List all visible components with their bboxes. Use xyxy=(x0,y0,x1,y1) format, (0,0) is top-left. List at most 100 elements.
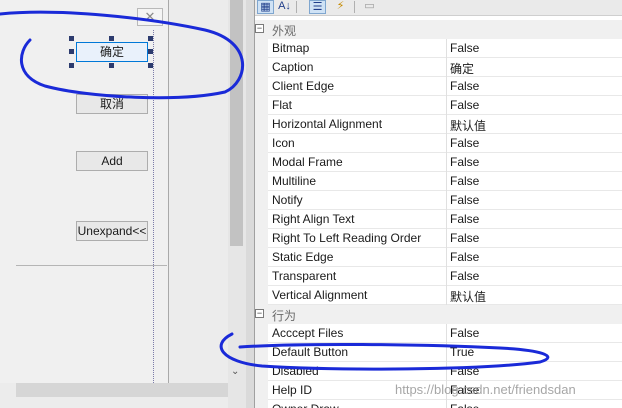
property-row[interactable]: Acccept Files False xyxy=(255,324,622,343)
column-divider[interactable] xyxy=(446,343,447,362)
property-value[interactable]: False xyxy=(450,79,479,93)
column-divider[interactable] xyxy=(446,96,447,115)
row-margin xyxy=(255,77,268,96)
column-divider[interactable] xyxy=(446,210,447,229)
column-divider[interactable] xyxy=(446,191,447,210)
events-icon[interactable]: ⚡ xyxy=(332,0,349,14)
property-row[interactable]: Vertical Alignment 默认值 xyxy=(255,286,622,305)
property-row[interactable]: Icon False xyxy=(255,134,622,153)
property-pages-icon[interactable]: ▭ xyxy=(361,0,378,14)
property-value[interactable]: False xyxy=(450,269,479,283)
row-margin xyxy=(255,191,268,210)
property-name: Icon xyxy=(272,136,295,150)
collapse-icon[interactable]: − xyxy=(255,24,264,33)
cancel-button[interactable]: 取消 xyxy=(76,94,148,114)
property-row[interactable]: Notify False xyxy=(255,191,622,210)
add-button[interactable]: Add xyxy=(76,151,148,171)
categorized-icon[interactable]: ▦ xyxy=(257,0,274,14)
property-value[interactable]: False xyxy=(450,41,479,55)
property-value[interactable]: False xyxy=(450,250,479,264)
alphabetical-icon[interactable]: A↓ xyxy=(276,0,293,14)
watermark: https://blog.csdn.net/friendsdan xyxy=(395,382,576,397)
property-row[interactable]: Caption 确定 xyxy=(255,58,622,77)
column-divider[interactable] xyxy=(446,400,447,408)
row-margin xyxy=(255,286,268,305)
column-divider[interactable] xyxy=(446,248,447,267)
property-row[interactable]: Modal Frame False xyxy=(255,153,622,172)
column-divider[interactable] xyxy=(446,39,447,58)
category-behavior[interactable]: − 行为 xyxy=(255,305,622,324)
properties-icon[interactable]: ☰ xyxy=(309,0,326,14)
property-value[interactable]: 默认值 xyxy=(450,288,486,305)
property-value[interactable]: False xyxy=(450,364,479,378)
row-margin xyxy=(255,39,268,58)
property-name: Caption xyxy=(272,60,314,74)
column-divider[interactable] xyxy=(446,324,447,343)
property-value[interactable]: False xyxy=(450,231,479,245)
property-value[interactable]: False xyxy=(450,212,479,226)
horizontal-scrollbar[interactable] xyxy=(16,383,228,397)
row-margin xyxy=(255,153,268,172)
properties-toolbar: ▦ A↓ ☰ ⚡ ▭ xyxy=(255,0,622,16)
property-row[interactable]: Transparent False xyxy=(255,267,622,286)
resize-handle-n[interactable] xyxy=(109,36,114,41)
unexpand-button[interactable]: Unexpand<< xyxy=(76,221,148,241)
vertical-scrollbar[interactable]: ⌄ xyxy=(228,0,246,408)
resize-handle-s[interactable] xyxy=(109,63,114,68)
properties-pane: ▦ A↓ ☰ ⚡ ▭ − 外观 Bitmap False Caption 确定 Clie… xyxy=(255,0,622,408)
row-margin xyxy=(255,229,268,248)
resize-handle-nw[interactable] xyxy=(69,36,74,41)
property-value[interactable]: False xyxy=(450,326,479,340)
property-row[interactable]: Multiline False xyxy=(255,172,622,191)
resize-handle-ne[interactable] xyxy=(148,36,153,41)
column-divider[interactable] xyxy=(446,77,447,96)
property-name: Default Button xyxy=(272,345,349,359)
column-divider[interactable] xyxy=(446,229,447,248)
property-row[interactable]: Horizontal Alignment 默认值 xyxy=(255,115,622,134)
scrollbar-thumb[interactable] xyxy=(230,0,243,246)
property-row[interactable]: Client Edge False xyxy=(255,77,622,96)
property-value[interactable]: False xyxy=(450,98,479,112)
column-divider[interactable] xyxy=(446,267,447,286)
property-value[interactable]: False xyxy=(450,155,479,169)
column-divider[interactable] xyxy=(446,58,447,77)
property-row[interactable]: Bitmap False xyxy=(255,39,622,58)
row-margin xyxy=(255,324,268,343)
row-margin xyxy=(255,96,268,115)
property-value[interactable]: False xyxy=(450,402,479,408)
ok-button[interactable]: 确定 xyxy=(76,42,148,62)
collapse-icon[interactable]: − xyxy=(255,309,264,318)
resize-handle-e[interactable] xyxy=(148,49,153,54)
resize-handle-w[interactable] xyxy=(69,49,74,54)
property-name: Modal Frame xyxy=(272,155,343,169)
category-appearance[interactable]: − 外观 xyxy=(255,20,622,39)
dialog-canvas[interactable]: ✕ 确定 取消 Add Unexpand<< xyxy=(0,0,169,385)
column-divider[interactable] xyxy=(446,362,447,381)
property-row[interactable]: Static Edge False xyxy=(255,248,622,267)
resize-handle-sw[interactable] xyxy=(69,63,74,68)
property-value[interactable]: False xyxy=(450,193,479,207)
column-divider[interactable] xyxy=(446,134,447,153)
property-row[interactable]: Disabled False xyxy=(255,362,622,381)
property-value[interactable]: True xyxy=(450,345,474,359)
property-row[interactable]: Flat False xyxy=(255,96,622,115)
property-value[interactable]: False xyxy=(450,174,479,188)
property-value[interactable]: 默认值 xyxy=(450,117,486,134)
scroll-down-arrow-icon[interactable]: ⌄ xyxy=(231,366,239,377)
property-row[interactable]: Right To Left Reading Order False xyxy=(255,229,622,248)
property-row[interactable]: Owner Draw False xyxy=(255,400,622,408)
property-value[interactable]: 确定 xyxy=(450,60,474,77)
column-divider[interactable] xyxy=(446,286,447,305)
property-name: Owner Draw xyxy=(272,402,446,408)
column-divider[interactable] xyxy=(446,172,447,191)
property-name: Notify xyxy=(272,193,303,207)
resize-handle-se[interactable] xyxy=(148,63,153,68)
property-value[interactable]: False xyxy=(450,136,479,150)
property-name: Right Align Text xyxy=(272,212,355,226)
pane-splitter[interactable] xyxy=(246,0,255,408)
property-row[interactable]: Default Button True xyxy=(255,343,622,362)
close-icon[interactable]: ✕ xyxy=(137,8,163,26)
column-divider[interactable] xyxy=(446,115,447,134)
column-divider[interactable] xyxy=(446,153,447,172)
property-row[interactable]: Right Align Text False xyxy=(255,210,622,229)
